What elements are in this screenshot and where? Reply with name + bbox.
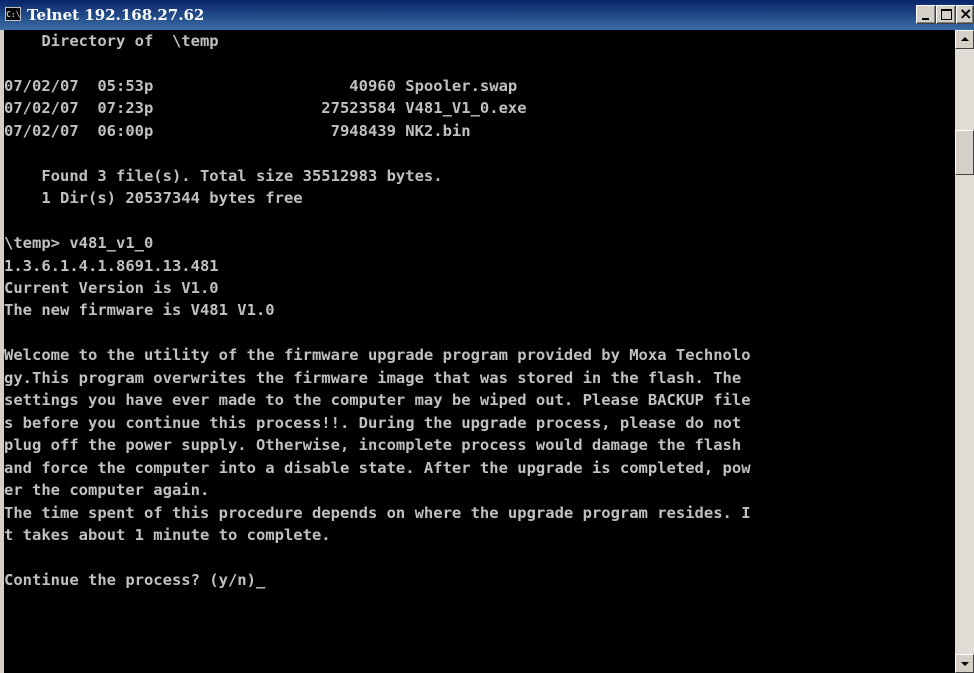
title-bar[interactable]: C:\ Telnet 192.168.27.62 ×	[0, 0, 974, 30]
scroll-down-arrow-icon	[961, 662, 969, 666]
telnet-window: C:\ Telnet 192.168.27.62 × Directory of …	[0, 0, 974, 673]
scrollbar-thumb[interactable]	[955, 130, 974, 175]
maximize-icon	[941, 9, 952, 20]
console-output: Directory of \temp 07/02/07 05:53p 40960…	[4, 30, 751, 591]
console-area[interactable]: Directory of \temp 07/02/07 05:53p 40960…	[4, 30, 955, 673]
maximize-button[interactable]	[936, 5, 956, 24]
console-text: Directory of \temp 07/02/07 05:53p 40960…	[4, 32, 751, 589]
minimize-icon	[922, 18, 929, 20]
minimize-button[interactable]	[916, 5, 936, 24]
scroll-down-button[interactable]	[955, 654, 974, 673]
text-cursor: _	[255, 570, 266, 589]
scroll-up-arrow-icon	[961, 37, 969, 41]
window-title: Telnet 192.168.27.62	[27, 6, 205, 24]
scroll-up-button[interactable]	[955, 30, 974, 49]
vertical-scrollbar[interactable]	[955, 30, 974, 673]
close-button[interactable]: ×	[956, 5, 974, 24]
close-icon: ×	[959, 4, 973, 23]
console-icon[interactable]: C:\	[5, 7, 21, 21]
